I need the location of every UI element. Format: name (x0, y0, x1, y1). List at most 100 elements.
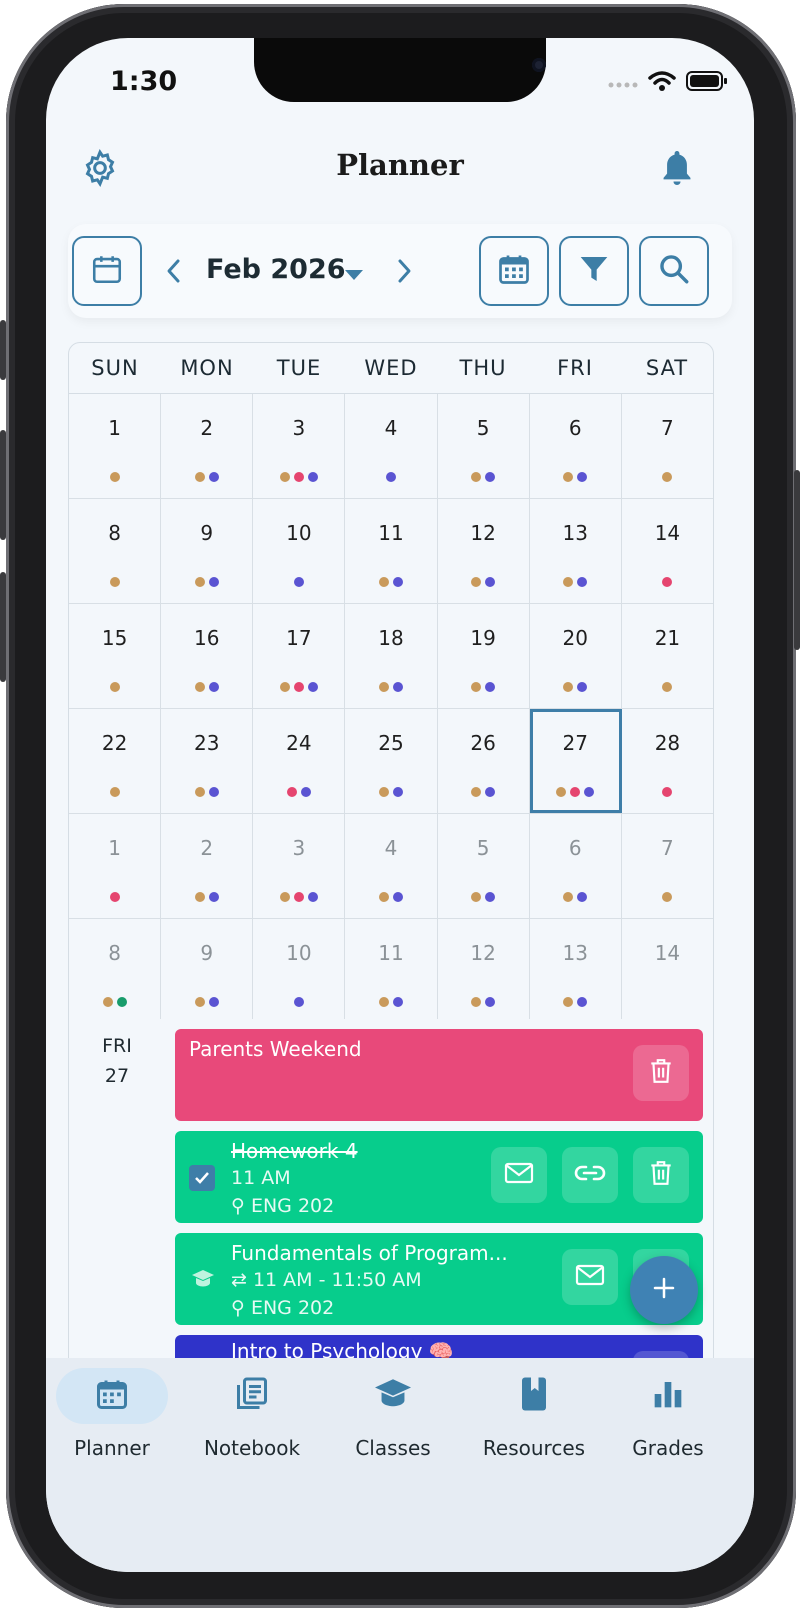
nav-classes[interactable]: Classes (329, 1368, 457, 1468)
filter-button[interactable] (559, 236, 629, 306)
chevron-right-icon[interactable] (394, 256, 414, 290)
calendar-day[interactable]: 10 (253, 499, 346, 603)
volume-down-button (0, 572, 6, 682)
event-dot (116, 997, 127, 1007)
chevron-left-icon[interactable] (164, 256, 184, 290)
bar-chart-icon (652, 1378, 684, 1414)
calendar-day[interactable]: 2 (161, 394, 254, 498)
calendar-day[interactable]: 9 (161, 919, 254, 1023)
event-dot (392, 577, 403, 587)
calendar-day[interactable]: 24 (253, 709, 346, 813)
calendar-day[interactable]: 6 (530, 394, 622, 498)
event-title: Parents Weekend (189, 1037, 362, 1061)
calendar-day[interactable]: 3 (253, 814, 346, 918)
delete-button[interactable] (633, 1045, 689, 1101)
calendar-day-selected[interactable]: 27 (529, 709, 622, 813)
event-dot (385, 472, 396, 482)
calendar-week-row: 1 2 3 4 5 6 7 (69, 394, 713, 499)
event-dot (471, 577, 482, 587)
caret-down-icon[interactable] (344, 266, 364, 285)
event-dots (345, 682, 436, 692)
calendar-day[interactable]: 18 (345, 604, 438, 708)
calendar-day[interactable]: 10 (253, 919, 346, 1023)
link-icon (574, 1164, 606, 1186)
calendar-day[interactable]: 7 (622, 814, 713, 918)
day-number: 3 (292, 416, 306, 440)
calendar-day[interactable]: 1 (69, 814, 162, 918)
power-button (794, 470, 800, 650)
calendar-day[interactable]: 4 (345, 394, 438, 498)
weekday-label: THU (459, 356, 507, 380)
event-dot (563, 472, 574, 482)
signal-icon (608, 74, 638, 93)
nav-resources[interactable]: Resources (470, 1368, 598, 1468)
calendar-day[interactable]: 8 (69, 919, 162, 1023)
delete-button[interactable] (633, 1147, 689, 1203)
calendar-icon (90, 252, 124, 290)
calendar-day[interactable]: 13 (530, 499, 622, 603)
event-dots (622, 787, 713, 797)
event-dots (69, 577, 160, 587)
calendar-day[interactable]: 20 (530, 604, 622, 708)
calendar-day[interactable]: 21 (622, 604, 713, 708)
calendar-day[interactable]: 8 (69, 499, 162, 603)
day-number: 1 (108, 836, 121, 860)
event-dot (208, 577, 219, 587)
calendar-day[interactable]: 28 (622, 709, 713, 813)
calendar-grid-icon (496, 251, 532, 291)
calendar-day[interactable]: 12 (438, 499, 530, 603)
calendar-day[interactable]: 5 (438, 814, 530, 918)
calendar-day[interactable]: 1 (69, 394, 162, 498)
calendar-day[interactable]: 14 (622, 919, 713, 1023)
email-button[interactable] (491, 1147, 547, 1203)
calendar-day[interactable]: 22 (69, 709, 162, 813)
calendar-day[interactable]: 14 (622, 499, 713, 603)
calendar-day[interactable]: 9 (161, 499, 254, 603)
event-location-row: ⚲ ENG 202 (231, 1195, 334, 1217)
calendar-day[interactable]: 3 (253, 394, 346, 498)
calendar-day[interactable]: 6 (530, 814, 622, 918)
bell-icon[interactable] (660, 148, 694, 192)
event-dots (161, 997, 252, 1007)
search-button[interactable] (639, 236, 709, 306)
link-button[interactable] (562, 1147, 618, 1203)
wifi-icon (648, 70, 676, 96)
calendar-day[interactable]: 12 (438, 919, 530, 1023)
calendar-day[interactable]: 19 (438, 604, 530, 708)
completed-checkbox[interactable] (189, 1165, 215, 1191)
add-button[interactable] (630, 1256, 698, 1324)
calendar-day[interactable]: 16 (161, 604, 254, 708)
event-dot (307, 472, 318, 482)
calendar-day[interactable]: 23 (161, 709, 254, 813)
calendar-day[interactable]: 7 (622, 394, 713, 498)
event-homework-4[interactable]: Homework 4 11 AM ⚲ ENG 202 (175, 1131, 703, 1223)
calendar-day[interactable]: 13 (530, 919, 622, 1023)
view-toggle-button[interactable] (479, 236, 549, 306)
calendar-weeks: 1 2 3 4 5 6 7 8 9 10 11 12 13 14 15 16 17 18 19 20 21 22 23 24 2… (69, 394, 713, 1024)
calendar-day[interactable]: 5 (438, 394, 530, 498)
calendar-day[interactable]: 17 (253, 604, 346, 708)
calendar-day[interactable]: 15 (69, 604, 162, 708)
event-intro-psychology[interactable]: Intro to Psychology 🧠 (175, 1335, 703, 1359)
event-dots (253, 682, 344, 692)
email-button[interactable] (562, 1249, 618, 1305)
calendar-day[interactable]: 25 (345, 709, 438, 813)
month-label[interactable]: Feb 2026 (206, 254, 346, 285)
nav-grades[interactable]: Grades (604, 1368, 732, 1468)
calendar-day[interactable]: 11 (345, 499, 438, 603)
event-fundamentals[interactable]: Fundamentals of Program... ⇄ 11 AM - 11:… (175, 1233, 703, 1325)
event-dots (530, 682, 621, 692)
event-dots (530, 997, 621, 1007)
day-number: 11 (378, 521, 404, 545)
event-dot (279, 682, 290, 692)
day-number: 1 (108, 416, 121, 440)
nav-notebook[interactable]: Notebook (188, 1368, 316, 1468)
calendar-day[interactable]: 26 (438, 709, 530, 813)
day-number: 15 (101, 626, 128, 650)
nav-planner[interactable]: Planner (48, 1368, 176, 1468)
calendar-day[interactable]: 4 (345, 814, 438, 918)
event-parents-weekend[interactable]: Parents Weekend (175, 1029, 703, 1121)
calendar-day[interactable]: 2 (161, 814, 254, 918)
calendar-day[interactable]: 11 (345, 919, 438, 1023)
today-button[interactable] (72, 236, 142, 306)
